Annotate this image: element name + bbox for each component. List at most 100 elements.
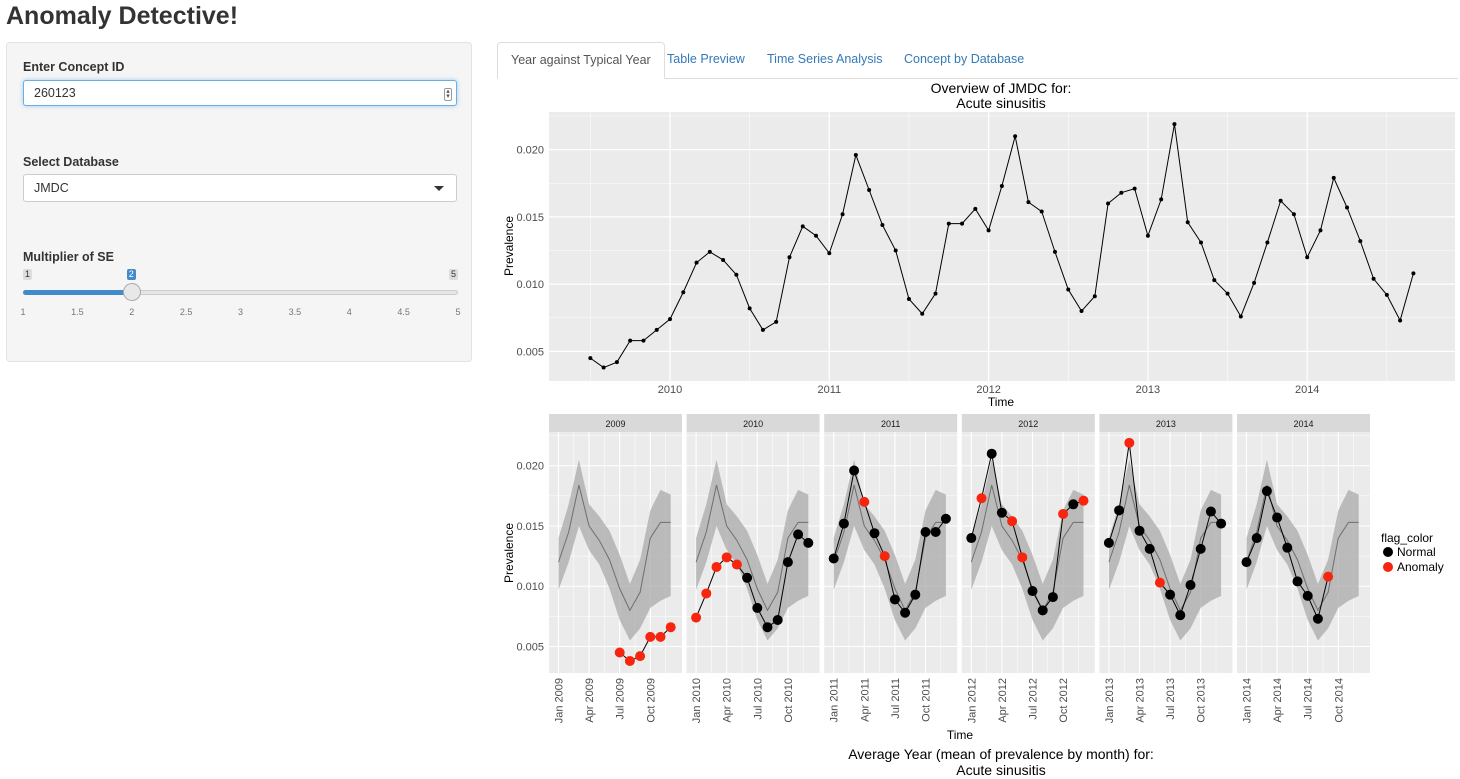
normal-point — [1165, 589, 1176, 600]
legend-normal-swatch — [1383, 547, 1393, 557]
x-tick-label: 2010 — [658, 384, 682, 396]
normal-point — [986, 448, 997, 459]
anomaly-point — [655, 631, 666, 642]
overview-data-point — [1185, 220, 1190, 225]
overview-data-point — [906, 296, 911, 301]
normal-point — [742, 572, 753, 583]
facet-strip-label: 2011 — [881, 419, 900, 429]
normal-point — [930, 527, 941, 538]
month-tick-label: Jan 2011 — [829, 678, 841, 722]
overview-data-point — [1026, 200, 1031, 205]
overview-data-point — [760, 327, 765, 332]
normal-point — [1185, 580, 1196, 591]
anomaly-point — [731, 559, 742, 570]
overview-data-point — [1225, 291, 1230, 296]
month-tick-label: Oct 2011 — [921, 678, 933, 722]
overview-data-point — [973, 206, 978, 211]
month-tick-label: Jan 2013 — [1104, 678, 1116, 723]
normal-point — [803, 537, 814, 548]
overview-data-point — [1212, 278, 1217, 283]
overview-data-point — [721, 257, 726, 262]
overview-data-point — [1384, 292, 1389, 297]
month-tick-label: Oct 2013 — [1196, 678, 1208, 723]
overview-data-point — [946, 221, 951, 226]
overview-data-point — [867, 188, 872, 193]
normal-point — [889, 594, 900, 605]
overview-data-point — [827, 251, 832, 256]
month-tick-label: Jul 2012 — [1028, 678, 1040, 720]
overview-data-point — [933, 291, 938, 296]
overview-data-point — [747, 306, 752, 311]
facet-strip-label: 2012 — [1018, 419, 1038, 429]
overview-data-point — [1066, 287, 1071, 292]
anomaly-point — [701, 588, 712, 599]
normal-point — [1037, 605, 1048, 616]
anomaly-point — [879, 551, 890, 562]
overview-data-point — [641, 338, 646, 343]
normal-point — [1027, 586, 1038, 597]
overview-data-point — [1291, 212, 1296, 217]
legend-anomaly-label: Anomaly — [1397, 560, 1444, 574]
anomaly-point — [711, 561, 722, 572]
overview-data-point — [601, 365, 606, 370]
overview-data-point — [853, 153, 858, 158]
normal-point — [920, 527, 931, 538]
overview-data-point — [787, 255, 792, 260]
overview-data-point — [1106, 201, 1111, 206]
overview-data-point — [920, 311, 925, 316]
normal-point — [1282, 542, 1293, 553]
overview-data-point — [1371, 276, 1376, 281]
month-tick-label: Jul 2013 — [1165, 678, 1177, 720]
normal-point — [1261, 486, 1272, 497]
facet-y-tick-label: 0.010 — [516, 581, 544, 593]
normal-point — [1134, 525, 1145, 536]
overview-x-axis-label: Time — [988, 395, 1015, 409]
normal-point — [996, 507, 1007, 518]
y-tick-label: 0.005 — [516, 346, 544, 358]
overview-data-point — [774, 319, 779, 324]
anomaly-point — [1124, 437, 1135, 448]
overview-data-point — [1052, 249, 1057, 254]
overview-data-point — [1358, 239, 1363, 244]
normal-point — [782, 557, 793, 568]
month-tick-label: Apr 2009 — [584, 678, 596, 723]
normal-point — [838, 518, 849, 529]
normal-point — [762, 622, 773, 633]
facet-strip-label: 2013 — [1156, 419, 1176, 429]
x-tick-label: 2011 — [817, 384, 841, 396]
month-tick-label: Jan 2014 — [1242, 678, 1254, 723]
normal-point — [869, 528, 880, 539]
charts-area: 0.005 0.010 0.015 0.020 2010 2011 2012 2013 2014… — [502, 80, 1455, 778]
month-tick-label: Apr 2014 — [1272, 678, 1284, 723]
facet-x-axis-label: Time — [947, 728, 974, 742]
overview-chart-title: Overview of JMDC for: — [931, 80, 1072, 96]
overview-panel-bg — [549, 112, 1455, 381]
month-tick-label: Jul 2010 — [752, 678, 764, 720]
normal-point — [910, 589, 921, 600]
x-tick-label: 2014 — [1295, 384, 1319, 396]
facet-chart-title: Average Year (mean of prevalence by mont… — [848, 746, 1154, 762]
normal-point — [772, 614, 783, 625]
y-tick-label: 0.015 — [516, 212, 544, 224]
normal-point — [1292, 576, 1303, 587]
anomaly-point — [665, 622, 676, 633]
overview-data-point — [1079, 309, 1084, 314]
normal-point — [1241, 557, 1252, 568]
normal-point — [752, 602, 763, 613]
overview-data-point — [614, 360, 619, 365]
overview-data-point — [840, 212, 845, 217]
normal-point — [1068, 499, 1079, 510]
normal-point — [1216, 518, 1227, 529]
normal-point — [1103, 537, 1114, 548]
anomaly-point — [859, 496, 870, 507]
overview-y-axis-label: Prevalence — [502, 216, 516, 276]
overview-data-point — [1159, 197, 1164, 202]
month-tick-label: Oct 2009 — [645, 678, 657, 723]
overview-data-point — [1238, 314, 1243, 319]
anomaly-point — [1078, 495, 1089, 506]
overview-data-point — [1398, 318, 1403, 323]
overview-data-point — [1265, 240, 1270, 245]
overview-data-point — [1305, 255, 1310, 260]
anomaly-point — [1007, 516, 1018, 527]
month-tick-label: Jul 2014 — [1303, 678, 1315, 720]
